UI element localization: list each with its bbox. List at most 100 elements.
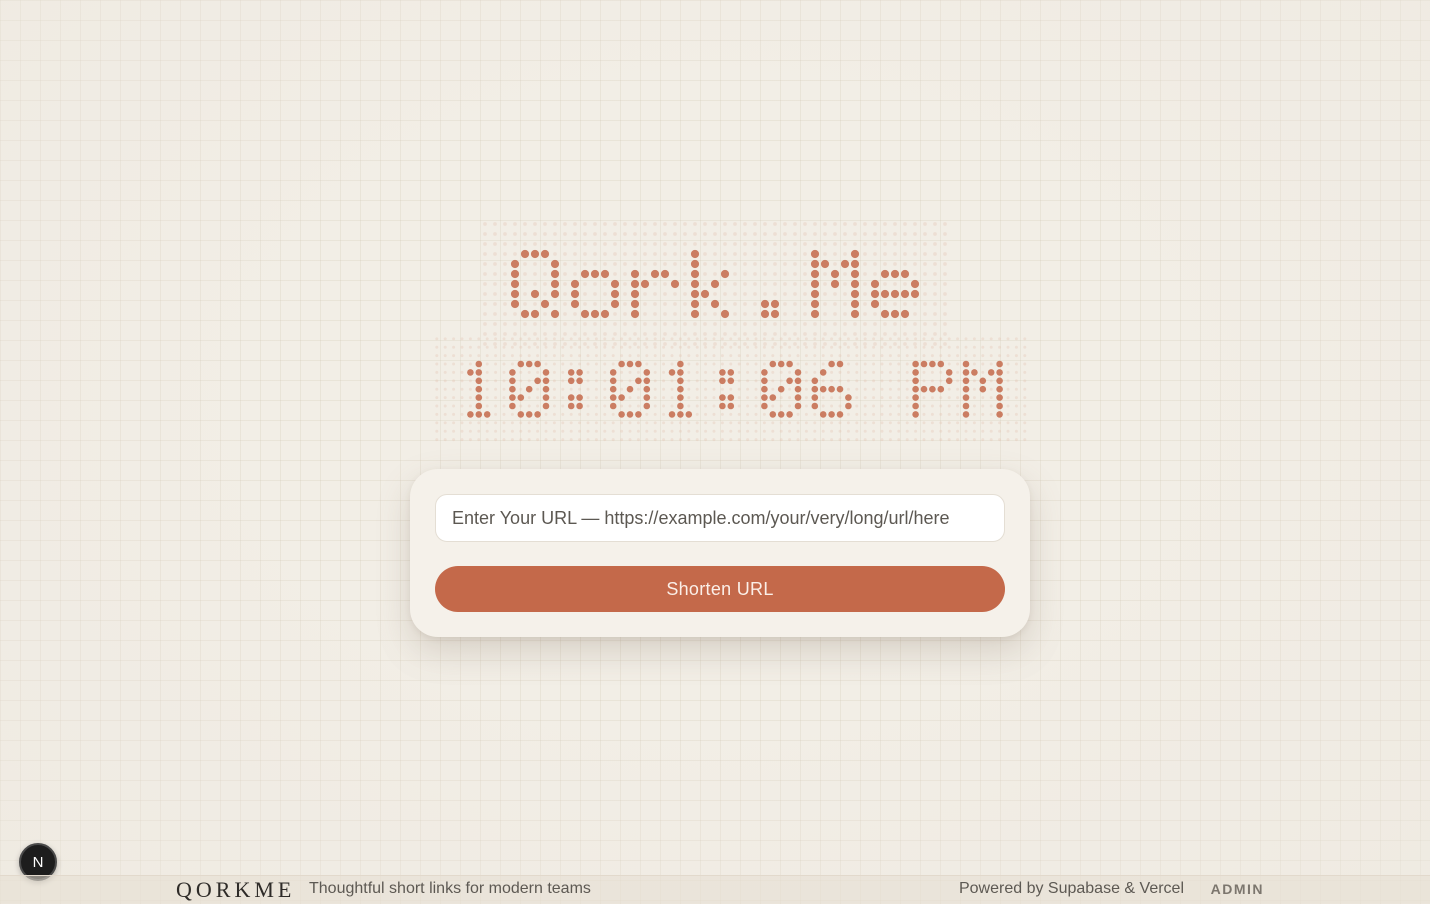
unlit-dot — [523, 272, 527, 276]
unlit-dot — [922, 396, 926, 400]
unlit-dot — [743, 252, 747, 256]
unlit-dot — [855, 362, 859, 366]
unlit-dot — [783, 292, 787, 296]
unlit-dot — [754, 396, 758, 400]
unlit-dot — [494, 438, 498, 442]
lit-dot — [635, 411, 642, 418]
unlit-dot — [981, 337, 985, 341]
unlit-dot — [939, 412, 943, 416]
unlit-dot — [662, 387, 666, 391]
unlit-dot — [753, 232, 757, 236]
lit-dot — [610, 279, 620, 289]
unlit-dot — [543, 262, 547, 266]
unlit-dot — [922, 429, 926, 433]
unlit-dot — [573, 332, 577, 336]
shorten-url-button[interactable]: Shorten URL — [435, 566, 1005, 612]
unlit-dot — [523, 292, 527, 296]
unlit-dot — [695, 421, 699, 425]
unlit-dot — [704, 412, 708, 416]
unlit-dot — [743, 272, 747, 276]
unlit-dot — [956, 354, 960, 358]
unlit-dot — [468, 438, 472, 442]
unlit-dot — [933, 302, 937, 306]
unlit-dot — [796, 429, 800, 433]
unlit-dot — [485, 379, 489, 383]
unlit-dot — [846, 379, 850, 383]
unlit-dot — [483, 282, 487, 286]
unlit-dot — [843, 332, 847, 336]
unlit-dot — [503, 242, 507, 246]
lit-dot — [710, 299, 720, 309]
unlit-dot — [763, 332, 767, 336]
unlit-dot — [903, 322, 907, 326]
unlit-dot — [989, 379, 993, 383]
lit-dot — [810, 289, 820, 299]
unlit-dot — [779, 421, 783, 425]
lit-dot — [550, 279, 560, 289]
unlit-dot — [923, 232, 927, 236]
lit-dot — [962, 369, 970, 376]
unlit-dot — [855, 412, 859, 416]
unlit-dot — [753, 282, 757, 286]
unlit-dot — [519, 354, 523, 358]
unlit-dot — [586, 345, 590, 349]
unlit-dot — [519, 387, 523, 391]
unlit-dot — [578, 387, 582, 391]
unlit-dot — [704, 404, 708, 408]
unlit-dot — [483, 242, 487, 246]
unlit-dot — [863, 302, 867, 306]
unlit-dot — [964, 438, 968, 442]
lit-dot — [912, 369, 919, 376]
unlit-dot — [720, 354, 724, 358]
unlit-dot — [833, 322, 837, 326]
unlit-dot — [930, 354, 934, 358]
unlit-dot — [523, 342, 527, 346]
unlit-dot — [905, 429, 909, 433]
unlit-dot — [527, 438, 531, 442]
unlit-dot — [943, 252, 947, 256]
unlit-dot — [713, 252, 717, 256]
unlit-dot — [594, 370, 598, 374]
unlit-dot — [914, 429, 918, 433]
unlit-dot — [687, 429, 691, 433]
unlit-dot — [972, 438, 976, 442]
unlit-dot — [933, 242, 937, 246]
unlit-dot — [1014, 370, 1018, 374]
unlit-dot — [703, 302, 707, 306]
unlit-dot — [1014, 362, 1018, 366]
unlit-dot — [503, 232, 507, 236]
unlit-dot — [1006, 345, 1010, 349]
unlit-dot — [956, 362, 960, 366]
unlit-dot — [653, 438, 657, 442]
lit-dot — [836, 411, 844, 418]
unlit-dot — [623, 312, 627, 316]
lit-dot — [509, 402, 516, 410]
unlit-dot — [762, 337, 766, 341]
lit-dot — [987, 369, 995, 376]
unlit-dot — [468, 421, 472, 425]
unlit-dot — [593, 232, 597, 236]
admin-link[interactable]: ADMIN — [1211, 881, 1264, 897]
unlit-dot — [513, 312, 517, 316]
unlit-dot — [678, 438, 682, 442]
unlit-dot — [636, 337, 640, 341]
unlit-dot — [693, 232, 697, 236]
unlit-dot — [838, 337, 842, 341]
unlit-dot — [563, 332, 567, 336]
unlit-dot — [796, 345, 800, 349]
unlit-dot — [1023, 345, 1027, 349]
unlit-dot — [729, 438, 733, 442]
unlit-dot — [813, 421, 817, 425]
unlit-dot — [821, 429, 825, 433]
unlit-dot — [713, 322, 717, 326]
unlit-dot — [888, 354, 892, 358]
unlit-dot — [783, 302, 787, 306]
unlit-dot — [897, 337, 901, 341]
unlit-dot — [914, 337, 918, 341]
unlit-dot — [468, 337, 472, 341]
url-input[interactable] — [435, 494, 1005, 542]
unlit-dot — [833, 252, 837, 256]
unlit-dot — [905, 337, 909, 341]
unlit-dot — [663, 282, 667, 286]
unlit-dot — [762, 354, 766, 358]
